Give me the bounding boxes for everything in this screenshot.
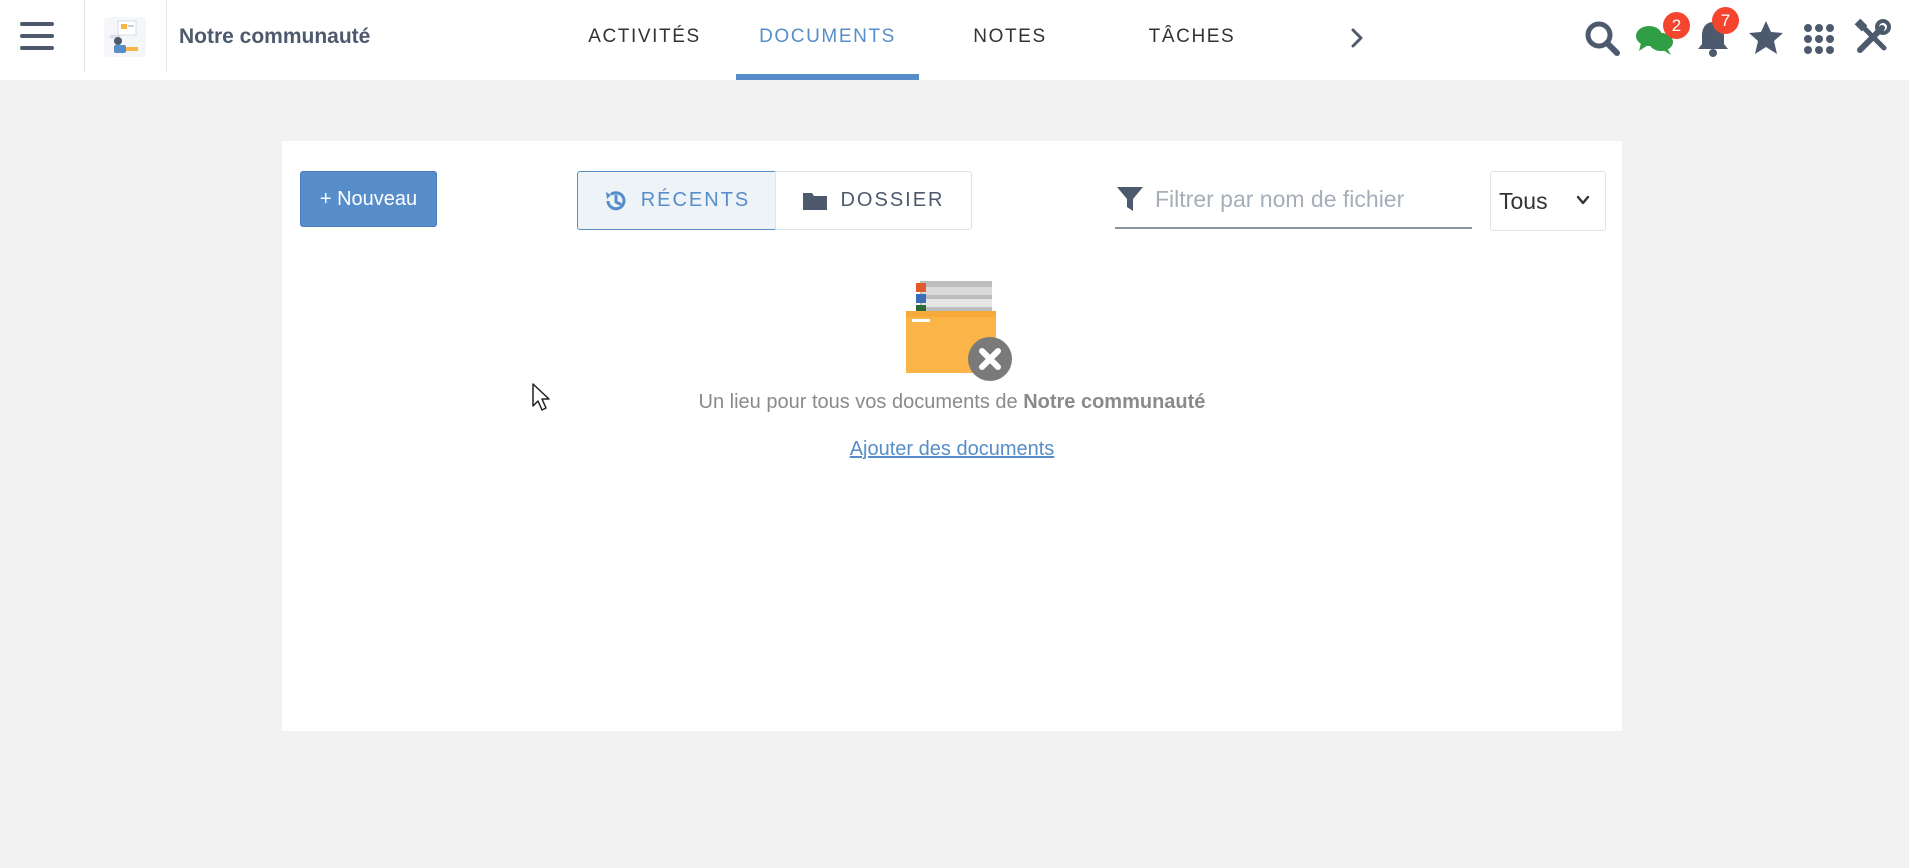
- empty-state-text: Un lieu pour tous vos documents de Notre…: [282, 391, 1622, 414]
- star-icon[interactable]: [1746, 18, 1786, 58]
- scope-select[interactable]: Tous: [1490, 171, 1606, 231]
- chat-badge: 2: [1663, 12, 1690, 39]
- grid-icon[interactable]: [1799, 18, 1839, 58]
- tools-icon[interactable]: [1852, 18, 1892, 58]
- add-documents-link[interactable]: Ajouter des documents: [845, 438, 1059, 461]
- folder-icon: [803, 192, 828, 210]
- folder-toggle-button[interactable]: DOSSIER: [775, 171, 972, 230]
- empty-state-space-name: Notre communauté: [1023, 391, 1206, 413]
- empty-documents-illustration: [904, 281, 1014, 381]
- search-icon[interactable]: [1582, 18, 1622, 58]
- history-icon: [605, 190, 626, 210]
- tab-activites[interactable]: ACTIVITÉS: [575, 0, 714, 80]
- folder-label: DOSSIER: [840, 189, 945, 211]
- tab-documents[interactable]: DOCUMENTS: [736, 0, 919, 80]
- chevron-right-icon[interactable]: [1345, 24, 1369, 52]
- tab-notes[interactable]: NOTES: [960, 0, 1060, 80]
- space-name[interactable]: Notre communauté: [179, 25, 370, 49]
- chevron-down-icon: [1576, 195, 1590, 205]
- divider: [84, 0, 85, 72]
- filter-field: [1115, 171, 1472, 229]
- scope-select-value: Tous: [1499, 187, 1548, 214]
- divider: [166, 0, 167, 72]
- space-avatar[interactable]: [104, 17, 146, 57]
- filter-input[interactable]: [1155, 185, 1455, 213]
- mouse-cursor-icon: [531, 382, 553, 417]
- tab-taches[interactable]: TÂCHES: [1142, 0, 1242, 80]
- empty-state-prefix: Un lieu pour tous vos documents de: [698, 391, 1024, 413]
- documents-panel: + Nouveau RÉCENTS DOSSIER Tous: [282, 141, 1622, 731]
- notification-badge: 7: [1712, 7, 1739, 34]
- recent-toggle-button[interactable]: RÉCENTS: [577, 171, 776, 230]
- filter-icon: [1117, 187, 1143, 211]
- recent-label: RÉCENTS: [640, 189, 751, 211]
- new-document-button[interactable]: + Nouveau: [300, 171, 437, 227]
- hamburger-menu-icon[interactable]: [20, 22, 54, 52]
- top-bar: Notre communauté ACTIVITÉS DOCUMENTS NOT…: [0, 0, 1909, 80]
